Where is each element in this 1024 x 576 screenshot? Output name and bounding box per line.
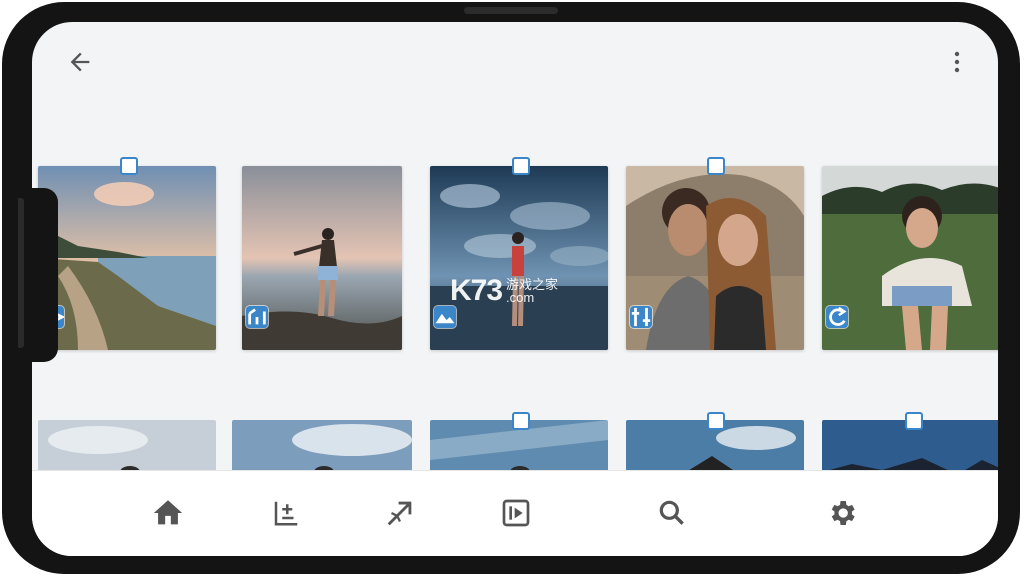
- add-list-icon: [274, 501, 298, 526]
- top-app-bar: [32, 22, 998, 100]
- selection-handle[interactable]: [512, 412, 530, 430]
- selection-handle[interactable]: [512, 157, 530, 175]
- watermark-line2: .com: [506, 290, 535, 305]
- selection-handle[interactable]: [120, 157, 138, 175]
- more-options-button[interactable]: [944, 44, 970, 80]
- adjust-badge-icon: [246, 306, 268, 328]
- nav-add-list-button[interactable]: [264, 491, 308, 535]
- tune-badge-icon: [630, 306, 652, 328]
- arrow-left-icon: [70, 52, 90, 72]
- photo-sunset-woman[interactable]: [242, 166, 402, 350]
- device-side-button: [18, 188, 58, 362]
- nav-home-button[interactable]: [146, 491, 190, 535]
- rotate-badge-icon: [826, 306, 848, 328]
- photo-cloudy-sea-woman[interactable]: [430, 166, 608, 350]
- nav-trending-button[interactable]: [378, 491, 422, 535]
- bottom-navigation: [32, 470, 998, 556]
- selection-handle[interactable]: [905, 412, 923, 430]
- photo-coastal-road[interactable]: [38, 166, 216, 350]
- back-button[interactable]: [62, 44, 98, 80]
- slideshow-icon: [502, 499, 530, 527]
- device-notch: [464, 7, 558, 14]
- selection-handle[interactable]: [707, 412, 725, 430]
- photo-row2-2[interactable]: [232, 420, 412, 472]
- device-frame: K73 游戏之家 .com: [2, 2, 1020, 574]
- photo-couple[interactable]: [626, 166, 804, 350]
- photo-woman-field[interactable]: [822, 166, 998, 350]
- landscape-badge-icon: [434, 306, 456, 328]
- watermark-logo: K73: [450, 274, 503, 307]
- more-vertical-icon: [954, 51, 960, 73]
- nav-settings-button[interactable]: [820, 491, 864, 535]
- nav-search-button[interactable]: [650, 491, 694, 535]
- photo-row2-1[interactable]: [38, 420, 216, 472]
- trending-arrow-icon: [387, 501, 412, 526]
- home-icon: [153, 500, 183, 525]
- selection-handle[interactable]: [707, 157, 725, 175]
- app-screen: K73 游戏之家 .com: [32, 22, 998, 556]
- watermark: K73 游戏之家 .com: [450, 274, 558, 308]
- settings-gear-icon: [831, 501, 855, 525]
- nav-slideshow-button[interactable]: [494, 491, 538, 535]
- search-icon: [659, 500, 684, 525]
